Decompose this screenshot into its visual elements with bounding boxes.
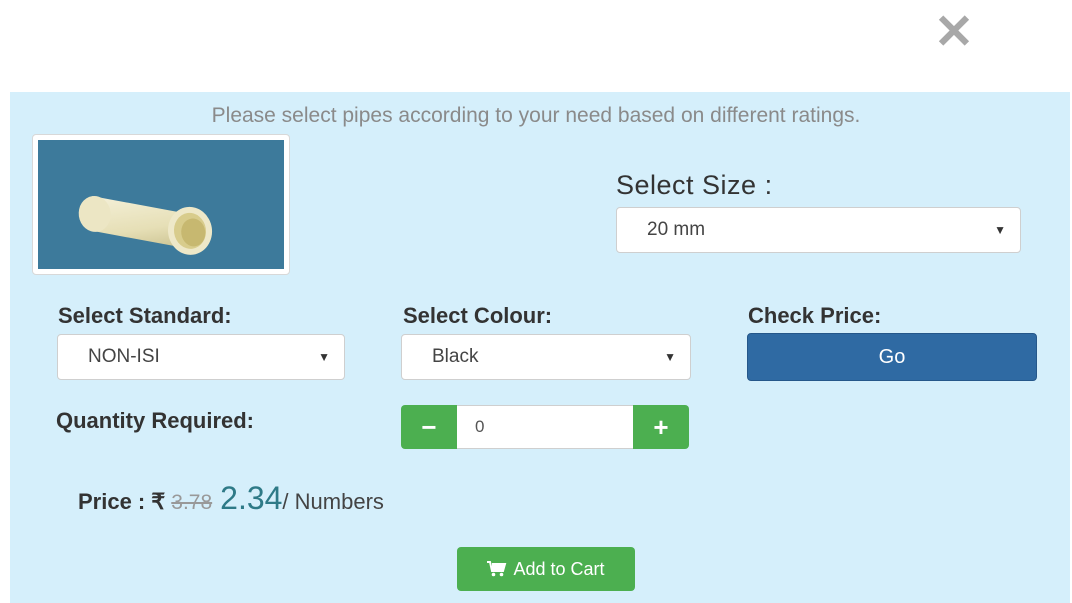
standard-select-value: NON-ISI <box>88 346 160 367</box>
chevron-down-icon: ▼ <box>994 223 1006 237</box>
original-price: 3.78 <box>171 491 213 514</box>
shopping-cart-icon <box>487 561 507 577</box>
quantity-label: Quantity Required: <box>56 408 255 433</box>
price-row: Price : ₹ 3.78 2.34 / Numbers <box>78 480 384 517</box>
product-image-frame <box>32 134 290 275</box>
colour-select[interactable]: Black ▼ <box>401 334 691 380</box>
quantity-stepper: − + <box>401 405 689 449</box>
chevron-down-icon: ▼ <box>664 350 676 364</box>
go-button[interactable]: Go <box>747 333 1037 381</box>
close-button[interactable]: ✕ <box>928 6 980 59</box>
colour-select-value: Black <box>432 346 479 367</box>
product-options-panel: Please select pipes according to your ne… <box>10 92 1070 603</box>
quantity-input[interactable] <box>457 405 633 449</box>
minus-icon: − <box>421 411 437 442</box>
decrease-quantity-button[interactable]: − <box>401 405 457 449</box>
add-to-cart-label: Add to Cart <box>513 558 605 579</box>
select-standard-label: Select Standard: <box>58 303 232 328</box>
check-price-label: Check Price: <box>748 303 882 328</box>
add-to-cart-button[interactable]: Add to Cart <box>457 547 635 591</box>
size-select[interactable]: 20 mm ▼ <box>616 207 1021 253</box>
plus-icon: + <box>653 411 669 442</box>
price-unit: / Numbers <box>282 489 384 514</box>
close-icon: ✕ <box>933 6 975 59</box>
select-size-label: Select Size : <box>616 170 773 200</box>
increase-quantity-button[interactable]: + <box>633 405 689 449</box>
discounted-price: 2.34 <box>220 480 283 516</box>
pipe-image <box>38 140 284 269</box>
standard-select[interactable]: NON-ISI ▼ <box>57 334 345 380</box>
select-colour-label: Select Colour: <box>403 303 553 328</box>
currency-symbol: ₹ <box>151 489 166 514</box>
price-label: Price : <box>78 489 146 514</box>
chevron-down-icon: ▼ <box>318 350 330 364</box>
size-select-value: 20 mm <box>647 219 706 240</box>
intro-text: Please select pipes according to your ne… <box>211 104 861 127</box>
